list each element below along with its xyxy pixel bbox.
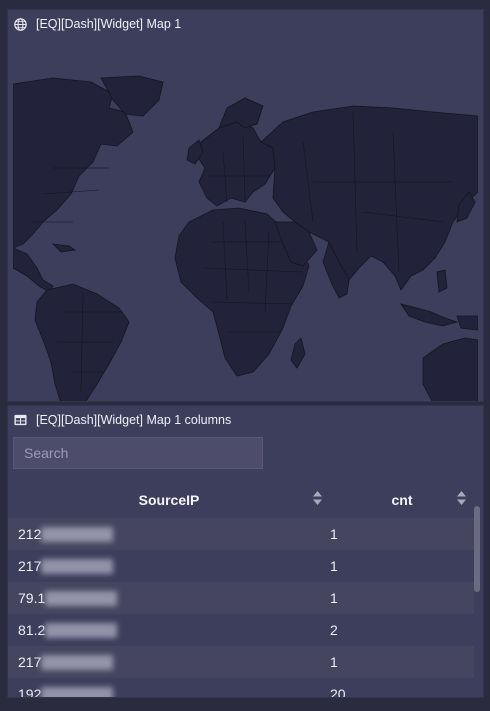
cnt-cell: 20 bbox=[330, 678, 474, 697]
sourceip-cell: 212 bbox=[8, 518, 330, 550]
data-table-container[interactable]: SourceIP cnt 212 1 217 1 79.1 1 81.2 2 2… bbox=[8, 482, 474, 697]
cnt-cell: 1 bbox=[330, 518, 474, 550]
table-row[interactable]: 79.1 1 bbox=[8, 582, 474, 614]
redacted-ip bbox=[41, 655, 114, 671]
table-row[interactable]: 217 1 bbox=[8, 550, 474, 582]
sort-icon[interactable] bbox=[457, 491, 466, 508]
sourceip-cell: 81.2 bbox=[8, 614, 330, 646]
map-north-america bbox=[13, 77, 134, 249]
cnt-cell: 2 bbox=[330, 614, 474, 646]
cnt-cell: 1 bbox=[330, 550, 474, 582]
map-madagascar bbox=[290, 337, 306, 369]
redacted-ip bbox=[41, 527, 114, 543]
table-widget-title: [EQ][Dash][Widget] Map 1 columns bbox=[36, 413, 232, 427]
column-header-label: cnt bbox=[391, 492, 413, 508]
world-map[interactable] bbox=[13, 72, 478, 402]
redacted-ip bbox=[45, 623, 118, 639]
map-caribbean bbox=[51, 243, 77, 253]
redacted-ip bbox=[41, 559, 114, 575]
column-header-cnt[interactable]: cnt bbox=[330, 482, 474, 518]
table-icon bbox=[14, 414, 27, 427]
sourceip-cell: 217 bbox=[8, 646, 330, 678]
search-input[interactable] bbox=[13, 437, 263, 469]
globe-icon bbox=[14, 17, 27, 31]
map-new-guinea bbox=[456, 315, 478, 331]
table-row[interactable]: 81.2 2 bbox=[8, 614, 474, 646]
table-row[interactable]: 217 1 bbox=[8, 646, 474, 678]
column-header-label: SourceIP bbox=[138, 492, 200, 508]
table-header-row: SourceIP cnt bbox=[8, 482, 474, 518]
map-widget-title: [EQ][Dash][Widget] Map 1 bbox=[36, 17, 182, 31]
table-row[interactable]: 212 1 bbox=[8, 518, 474, 550]
sourceip-cell: 192 bbox=[8, 678, 330, 697]
sort-icon[interactable] bbox=[313, 491, 322, 508]
column-header-sourceip[interactable]: SourceIP bbox=[8, 482, 330, 518]
table-scrollbar[interactable] bbox=[474, 506, 480, 592]
sourceip-cell: 217 bbox=[8, 550, 330, 582]
map-europe bbox=[196, 121, 276, 207]
cnt-cell: 1 bbox=[330, 582, 474, 614]
map-australia bbox=[422, 337, 478, 401]
map-philippines bbox=[436, 269, 448, 293]
table-row[interactable]: 192 20 bbox=[8, 678, 474, 697]
map-widget-header: [EQ][Dash][Widget] Map 1 bbox=[14, 16, 181, 32]
sourceip-cell: 79.1 bbox=[8, 582, 330, 614]
redacted-ip bbox=[45, 591, 118, 607]
redacted-ip bbox=[41, 687, 114, 697]
map-widget-panel: [EQ][Dash][Widget] Map 1 bbox=[7, 9, 484, 402]
data-table: SourceIP cnt 212 1 217 1 79.1 1 81.2 2 2… bbox=[8, 482, 474, 697]
map-indonesia bbox=[400, 303, 459, 327]
map-central-america bbox=[13, 247, 54, 293]
panel-divider bbox=[485, 0, 490, 711]
table-widget-panel: [EQ][Dash][Widget] Map 1 columns SourceI… bbox=[7, 405, 484, 698]
table-widget-header: [EQ][Dash][Widget] Map 1 columns bbox=[14, 412, 231, 428]
map-scandinavia bbox=[218, 97, 264, 129]
cnt-cell: 1 bbox=[330, 646, 474, 678]
